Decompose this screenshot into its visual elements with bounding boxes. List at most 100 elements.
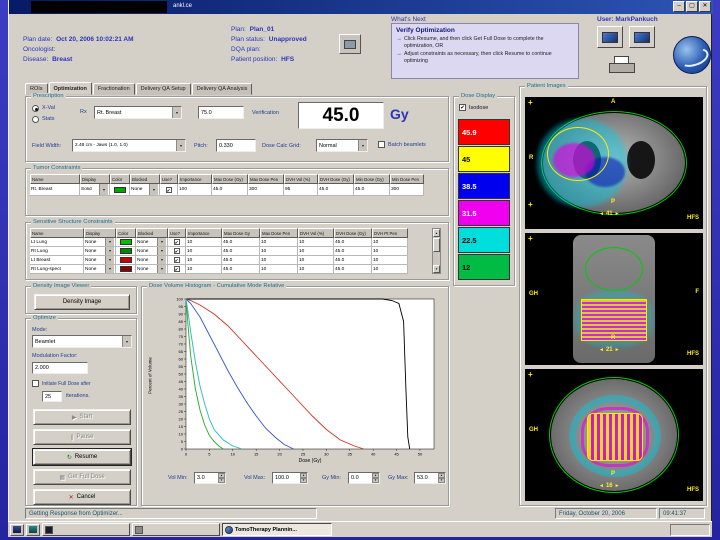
cell-display-dropdown[interactable]: None▼ xyxy=(84,256,116,265)
cell-dvh-vol[interactable]: 10 xyxy=(298,265,334,274)
spinner[interactable]: ▲▼ xyxy=(300,473,307,483)
isodose-level[interactable]: 45.9 xyxy=(458,119,510,145)
cell-dvh-dose[interactable]: 45.0 xyxy=(334,256,372,265)
get-full-dose-button[interactable]: ▦ Get Full Dose xyxy=(33,469,131,485)
prev-slice-icon[interactable]: ◄ xyxy=(599,211,604,217)
next-slice-icon[interactable]: ► xyxy=(615,483,620,489)
cell-dvh-vol[interactable]: 10 xyxy=(298,256,334,265)
isodose-level[interactable]: 31.5 xyxy=(458,200,510,226)
cell-max-dose-pen[interactable]: 10 xyxy=(260,247,298,256)
cell-dvh-dose[interactable]: 45.0 xyxy=(334,265,372,274)
isodose-level[interactable]: 12 xyxy=(458,254,510,280)
gy-max-field[interactable]: 53.0 ▲▼ xyxy=(414,472,446,484)
cell-max-dose[interactable]: 45.0 xyxy=(222,247,260,256)
vol-min-field[interactable]: 3.0 ▲▼ xyxy=(194,472,226,484)
gy-min-field[interactable]: 0.0 ▲▼ xyxy=(348,472,380,484)
cell-max-dose[interactable]: 45.0 xyxy=(222,238,260,247)
vol-max-field[interactable]: 100.0 ▲▼ xyxy=(272,472,308,484)
cell-use-checkbox[interactable]: ✔ xyxy=(168,247,186,256)
cell-blocked-dropdown[interactable]: None▼ xyxy=(136,247,168,256)
tab-fractionation[interactable]: Fractionation xyxy=(93,83,135,95)
tab-delivery-qa-analysis[interactable]: Delivery QA Analysis xyxy=(192,83,253,95)
workstation-icon[interactable] xyxy=(597,26,623,48)
spin-down-icon[interactable]: ▼ xyxy=(372,478,379,483)
plan-transfer-icon[interactable] xyxy=(339,34,361,54)
maximize-button[interactable]: ▢ xyxy=(686,1,698,12)
slice-navigator[interactable]: ◄ 21 ► xyxy=(599,347,620,353)
cell-max-dose[interactable]: 45.0 xyxy=(212,184,248,196)
pan-icon[interactable]: + xyxy=(528,371,533,379)
cell-blocked-dropdown[interactable]: None▼ xyxy=(130,184,160,196)
taskbar-item-1[interactable] xyxy=(42,523,130,536)
cell-color[interactable] xyxy=(116,238,136,247)
coronal-view[interactable]: + GH F R ◄ 21 ► HFS xyxy=(525,233,703,365)
iterations-field[interactable]: 25 xyxy=(42,391,62,402)
cell-blocked-dropdown[interactable]: None▼ xyxy=(136,238,168,247)
cell-dvh-pen[interactable]: 10 xyxy=(372,265,408,274)
cell-importance[interactable]: 100 xyxy=(178,184,212,196)
cell-importance[interactable]: 10 xyxy=(186,265,222,274)
taskbar-item-tomotherapy[interactable]: TomoTherapy Plannin... xyxy=(222,523,332,536)
cell-min-dose-pen[interactable]: 300 xyxy=(390,184,424,196)
cell-max-dose-pen[interactable]: 300 xyxy=(248,184,284,196)
cell-use-checkbox[interactable]: ✔ xyxy=(168,238,186,247)
sagittal-view[interactable]: + GH P ◄ 16 ► HFS xyxy=(525,369,703,501)
isodose-level[interactable]: 45 xyxy=(458,146,510,172)
next-slice-icon[interactable]: ► xyxy=(615,211,620,217)
pan-icon[interactable]: + xyxy=(528,235,533,243)
xval-radio[interactable] xyxy=(32,105,39,112)
cell-color[interactable] xyxy=(116,256,136,265)
minimize-button[interactable]: – xyxy=(673,1,685,12)
planning-station-icon[interactable] xyxy=(629,26,655,48)
isodose-level[interactable]: 22.5 xyxy=(458,227,510,253)
cell-importance[interactable]: 10 xyxy=(186,256,222,265)
cell-color[interactable] xyxy=(116,265,136,274)
dose-calc-grid-dropdown[interactable]: Normal ▼ xyxy=(316,139,368,152)
pan-icon[interactable]: + xyxy=(528,201,533,209)
cell-max-dose[interactable]: 45.0 xyxy=(222,265,260,274)
isodose-level[interactable]: 38.5 xyxy=(458,173,510,199)
cell-dvh-vol[interactable]: 10 xyxy=(298,238,334,247)
cell-min-dose[interactable]: 45.0 xyxy=(354,184,390,196)
taskbar-launcher-icon[interactable] xyxy=(10,524,24,536)
isodose-checkbox[interactable]: ✔ xyxy=(459,104,466,111)
cell-display-dropdown[interactable]: None▼ xyxy=(84,265,116,274)
sensitive-table-scrollbar[interactable]: ▲ ▼ xyxy=(432,228,441,274)
cell-max-dose-pen[interactable]: 10 xyxy=(260,265,298,274)
prev-slice-icon[interactable]: ◄ xyxy=(599,347,604,353)
rx-dose-field[interactable]: 75.0 xyxy=(198,106,244,119)
cell-use-checkbox[interactable]: ✔ xyxy=(168,256,186,265)
field-width-dropdown[interactable]: 2.48 cm - Jaws (1.0, 1.0) ▼ xyxy=(72,139,186,152)
prev-slice-icon[interactable]: ◄ xyxy=(599,483,604,489)
spinner[interactable]: ▲▼ xyxy=(372,473,379,483)
dvh-plot[interactable]: 0510152025303540455055606570758085909510… xyxy=(166,295,438,463)
cell-dvh-vol[interactable]: 95 xyxy=(284,184,318,196)
cell-blocked-dropdown[interactable]: None▼ xyxy=(136,256,168,265)
cancel-button[interactable]: ✕ Cancel xyxy=(33,489,131,505)
cell-max-dose-pen[interactable]: 10 xyxy=(260,238,298,247)
cell-dvh-pen[interactable]: 10 xyxy=(372,238,408,247)
cell-use-checkbox[interactable]: ✔ xyxy=(168,265,186,274)
printer-icon[interactable] xyxy=(609,56,635,74)
mode-dropdown[interactable]: Beamlet ▼ xyxy=(32,335,132,348)
rx-structure-dropdown[interactable]: Rt. Breast ▼ xyxy=(94,106,182,119)
pitch-field[interactable]: 0.330 xyxy=(216,139,256,152)
start-button[interactable]: ▶ Start xyxy=(33,409,131,425)
window-titlebar[interactable]: ankl.ce – ▢ ✕ xyxy=(9,0,713,14)
cell-importance[interactable]: 10 xyxy=(186,238,222,247)
slice-navigator[interactable]: ◄ 16 ► xyxy=(599,483,620,489)
cell-dvh-pen[interactable]: 10 xyxy=(372,247,408,256)
scroll-down-icon[interactable]: ▼ xyxy=(433,265,440,273)
spinner[interactable]: ▲▼ xyxy=(218,473,225,483)
density-image-button[interactable]: Density Image xyxy=(34,294,130,310)
cell-dvh-pen[interactable]: 10 xyxy=(372,256,408,265)
taskbar-item-2[interactable] xyxy=(132,523,220,536)
resume-button[interactable]: ↻ Resume xyxy=(33,449,131,465)
cell-color[interactable] xyxy=(116,247,136,256)
pause-button[interactable]: ∥ Pause xyxy=(33,429,131,445)
cell-dvh-vol[interactable]: 10 xyxy=(298,247,334,256)
stats-radio[interactable] xyxy=(32,116,39,123)
cell-max-dose[interactable]: 45.0 xyxy=(222,256,260,265)
cell-use-checkbox[interactable]: ✔ xyxy=(160,184,178,196)
axial-view[interactable]: + + A R P ◄ 41 ► HFS xyxy=(525,97,703,229)
